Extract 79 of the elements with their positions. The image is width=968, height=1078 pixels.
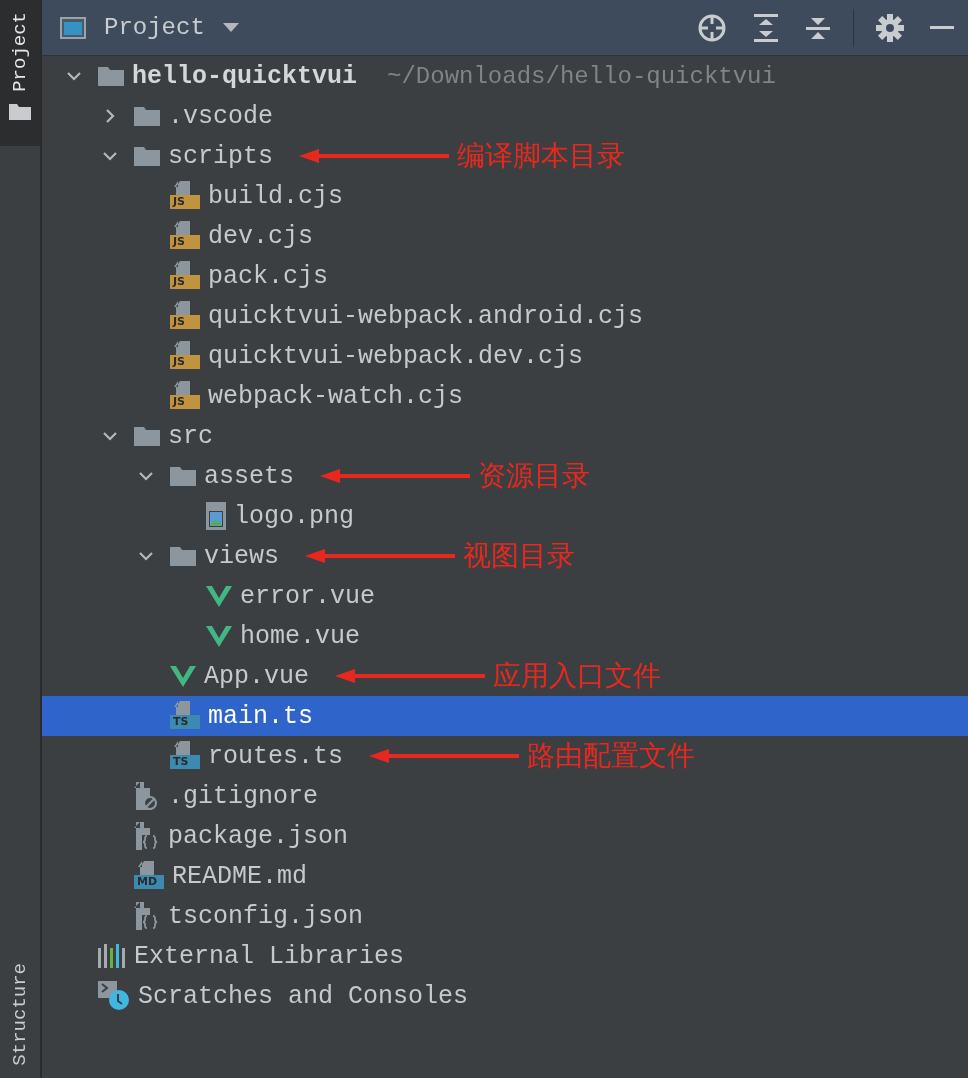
annotation-label: 应用入口文件 <box>493 658 662 694</box>
library-icon <box>98 944 126 968</box>
tree-row[interactable]: logo.png <box>42 496 968 536</box>
tree-item-label: scripts <box>168 141 274 171</box>
tree-item-label: README.md <box>172 861 308 891</box>
tree-row[interactable]: JS webpack-watch.cjs <box>42 376 968 416</box>
tree-row[interactable]: JS quicktvui-webpack.android.cjs <box>42 296 968 336</box>
folder-icon <box>170 465 196 487</box>
folder-icon <box>9 101 31 120</box>
annotation-label: 视图目录 <box>463 538 575 574</box>
annotation-label: 路由配置文件 <box>527 738 696 774</box>
tree-row[interactable]: JS dev.cjs <box>42 216 968 256</box>
expand-all-icon[interactable] <box>753 12 779 43</box>
settings-icon[interactable] <box>876 13 904 42</box>
tree-item-label: assets <box>204 461 294 491</box>
folder-icon <box>134 425 160 447</box>
side-tab[interactable]: Project <box>0 0 40 146</box>
tree-item-label: .gitignore <box>168 781 319 811</box>
tree-row[interactable]: src <box>42 416 968 456</box>
tree-row[interactable]: scripts 编译脚本目录 <box>42 136 968 176</box>
tree-row[interactable]: error.vue <box>42 576 968 616</box>
tree-item-label: tsconfig.json <box>168 901 364 931</box>
image-file-icon <box>206 502 226 530</box>
vue-logo-icon <box>206 625 232 647</box>
tree-item-label: build.cjs <box>208 181 344 211</box>
json-file-icon <box>134 822 160 850</box>
vue-logo-icon <box>206 585 232 607</box>
scratches-clock-icon <box>98 981 130 1011</box>
tree-row[interactable]: External Libraries <box>42 936 968 976</box>
tree-row[interactable]: JS build.cjs <box>42 176 968 216</box>
tree-item-label: webpack-watch.cjs <box>208 381 464 411</box>
tree-row[interactable]: MD README.md <box>42 856 968 896</box>
tree-row[interactable]: hello-quicktvui ~/Downloads/hello-quicktvui <box>42 56 968 96</box>
tree-item-label: quicktvui-webpack.android.cjs <box>208 301 644 331</box>
project-path: ~/Downloads/hello-quicktvui <box>387 62 776 90</box>
tree-item-label: routes.ts <box>208 741 344 771</box>
ignored-file-icon <box>134 782 160 810</box>
tree-item-label: pack.cjs <box>208 261 329 291</box>
tree-item-label: home.vue <box>240 621 361 651</box>
side-tab[interactable]: Structure <box>0 951 40 1078</box>
tree-row[interactable]: .gitignore <box>42 776 968 816</box>
view-selector[interactable]: Project <box>96 14 213 41</box>
tree-row[interactable]: TS routes.ts 路由配置文件 <box>42 736 968 776</box>
tree-row[interactable]: Scratches and Consoles <box>42 976 968 1016</box>
tree-item-label: quicktvui-webpack.dev.cjs <box>208 341 584 371</box>
tree-row[interactable]: views 视图目录 <box>42 536 968 576</box>
tree-row[interactable]: assets 资源目录 <box>42 456 968 496</box>
folder-icon <box>98 65 124 87</box>
tree-row[interactable]: package.json <box>42 816 968 856</box>
tree-row[interactable]: tsconfig.json <box>42 896 968 936</box>
tree-item-label: package.json <box>168 821 349 851</box>
tree-item-label: logo.png <box>234 501 355 531</box>
tree-item-label: src <box>168 421 213 451</box>
tree-item-label: views <box>204 541 279 571</box>
tree-item-label: dev.cjs <box>208 221 314 251</box>
tree-item-label: hello-quicktvui <box>132 61 358 91</box>
tree-item-label: App.vue <box>204 661 310 691</box>
tree-row[interactable]: .vscode <box>42 96 968 136</box>
tree-item-label: .vscode <box>168 101 274 131</box>
tree-row[interactable]: JS pack.cjs <box>42 256 968 296</box>
annotation-label: 编译脚本目录 <box>457 138 626 174</box>
annotation-label: 资源目录 <box>478 458 590 494</box>
tree-row[interactable]: TS main.ts <box>42 696 968 736</box>
tree-row[interactable]: JS quicktvui-webpack.dev.cjs <box>42 336 968 376</box>
dropdown-caret-icon[interactable] <box>222 22 239 33</box>
tree-row[interactable]: home.vue <box>42 616 968 656</box>
tree-item-label: External Libraries <box>134 941 405 971</box>
locate-icon[interactable] <box>697 12 727 43</box>
tree-row[interactable]: App.vue 应用入口文件 <box>42 656 968 696</box>
folder-icon <box>134 105 160 127</box>
vue-logo-icon <box>170 665 196 687</box>
folder-icon <box>134 145 160 167</box>
folder-icon <box>170 545 196 567</box>
json-file-icon <box>134 902 160 930</box>
tree-item-label: main.ts <box>208 701 314 731</box>
tree-item-label: error.vue <box>240 581 376 611</box>
window-icon <box>60 16 86 39</box>
minimize-icon[interactable] <box>930 25 954 30</box>
tree-item-label: Scratches and Consoles <box>138 981 469 1011</box>
